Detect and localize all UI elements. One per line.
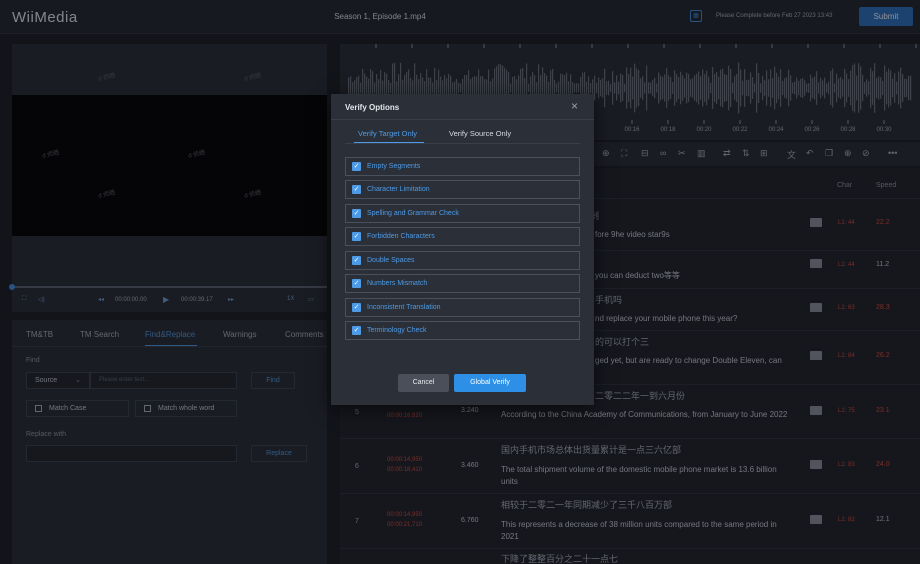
dialog-tabs-divider bbox=[345, 143, 580, 144]
option-label: Empty Segments bbox=[367, 163, 421, 170]
option-label: Spelling and Grammar Check bbox=[367, 210, 459, 217]
option-character-limitation[interactable]: ✓ Character Limitation bbox=[345, 180, 580, 199]
active-tab-indicator bbox=[354, 142, 424, 143]
cancel-button[interactable]: Cancel bbox=[398, 374, 449, 392]
checkbox-checked-icon: ✓ bbox=[352, 162, 361, 171]
option-double-spaces[interactable]: ✓ Double Spaces bbox=[345, 251, 580, 270]
option-spelling-grammar[interactable]: ✓ Spelling and Grammar Check bbox=[345, 204, 580, 223]
option-label: Terminology Check bbox=[367, 327, 427, 334]
checkbox-checked-icon: ✓ bbox=[352, 303, 361, 312]
verify-options-dialog: Verify Options × Verify Target Only Veri… bbox=[331, 94, 594, 405]
tab-verify-target[interactable]: Verify Target Only bbox=[358, 129, 417, 138]
option-label: Character Limitation bbox=[367, 186, 430, 193]
dialog-title: Verify Options bbox=[345, 103, 400, 112]
checkbox-checked-icon: ✓ bbox=[352, 279, 361, 288]
tab-verify-source[interactable]: Verify Source Only bbox=[449, 129, 511, 138]
global-verify-button[interactable]: Global Verify bbox=[454, 374, 526, 392]
option-empty-segments[interactable]: ✓ Empty Segments bbox=[345, 157, 580, 176]
option-terminology-check[interactable]: ✓ Terminology Check bbox=[345, 321, 580, 340]
option-forbidden-characters[interactable]: ✓ Forbidden Characters bbox=[345, 227, 580, 246]
option-label: Double Spaces bbox=[367, 257, 415, 264]
checkbox-checked-icon: ✓ bbox=[352, 209, 361, 218]
dialog-divider bbox=[331, 119, 594, 120]
checkbox-checked-icon: ✓ bbox=[352, 185, 361, 194]
checkbox-checked-icon: ✓ bbox=[352, 232, 361, 241]
checkbox-checked-icon: ✓ bbox=[352, 256, 361, 265]
option-label: Forbidden Characters bbox=[367, 233, 435, 240]
close-icon[interactable]: × bbox=[571, 99, 578, 113]
option-label: Inconsistent Translation bbox=[367, 304, 441, 311]
checkbox-checked-icon: ✓ bbox=[352, 326, 361, 335]
option-label: Numbers Mismatch bbox=[367, 280, 428, 287]
option-inconsistent-translation[interactable]: ✓ Inconsistent Translation bbox=[345, 298, 580, 317]
option-numbers-mismatch[interactable]: ✓ Numbers Mismatch bbox=[345, 274, 580, 293]
